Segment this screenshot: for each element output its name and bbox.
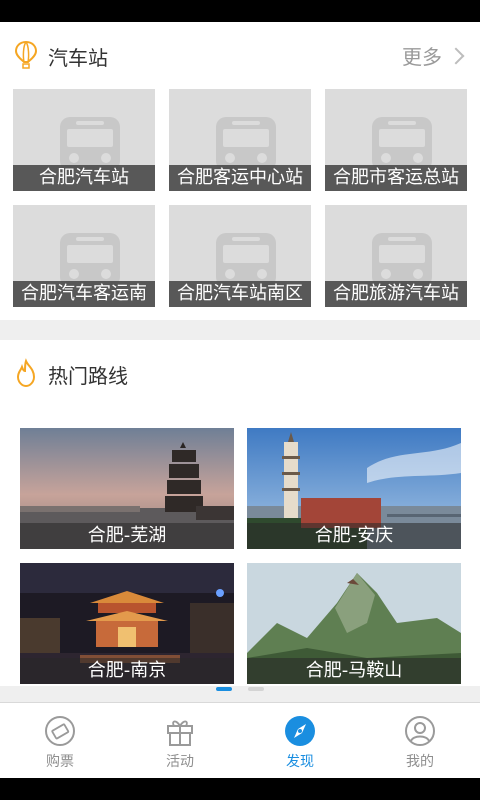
tab-label: 发现 [286,754,314,770]
route-label: 合肥-南京 [20,658,234,684]
station-label: 合肥汽车客运南 [13,281,155,307]
station-tile[interactable]: 合肥汽车客运南 [13,205,155,307]
app-screen: 汽车站 更多 合肥汽车站 合肥客运中心站 合肥市客运总站 合肥汽车客运南 合肥汽… [0,22,480,778]
stations-header: 汽车站 更多 [0,22,480,86]
stations-title: 汽车站 [48,46,108,70]
route-card[interactable]: 合肥-安庆 [247,428,461,549]
chevron-right-icon [447,47,465,64]
tab-discover[interactable]: 发现 [240,703,360,778]
compass-icon [285,716,315,746]
station-label: 合肥市客运总站 [325,165,467,191]
tab-tickets[interactable]: 购票 [0,703,120,778]
routes-section: 热门路线 合肥-芜湖 合肥-安庆 合肥-南京 合肥-马鞍山 [0,340,480,691]
carousel-dot [248,687,264,691]
route-label: 合肥-芜湖 [20,523,234,549]
route-label: 合肥-安庆 [247,523,461,549]
more-stations-link[interactable]: 更多 [402,41,465,70]
tab-label: 购票 [46,754,74,770]
balloon-icon [14,40,38,69]
flame-icon [16,358,36,388]
route-card[interactable]: 合肥-马鞍山 [247,563,461,684]
routes-header: 热门路线 [0,340,480,404]
route-card[interactable]: 合肥-芜湖 [20,428,234,549]
tab-label: 我的 [406,754,434,770]
station-label: 合肥客运中心站 [169,165,311,191]
tab-label: 活动 [166,754,194,770]
station-tile[interactable]: 合肥汽车站 [13,89,155,191]
station-tile[interactable]: 合肥市客运总站 [325,89,467,191]
routes-title: 热门路线 [48,364,128,388]
station-tile[interactable]: 合肥客运中心站 [169,89,311,191]
user-icon [405,716,435,746]
tab-profile[interactable]: 我的 [360,703,480,778]
carousel-indicator [0,687,480,693]
bottom-tab-bar: 购票 活动 发现 我的 [0,702,480,778]
route-card[interactable]: 合肥-南京 [20,563,234,684]
gift-icon [167,720,193,746]
carousel-dot-active [216,687,232,691]
station-label: 合肥旅游汽车站 [325,281,467,307]
station-tile[interactable]: 合肥汽车站南区 [169,205,311,307]
station-tile[interactable]: 合肥旅游汽车站 [325,205,467,307]
more-label: 更多 [402,45,442,69]
station-label: 合肥汽车站南区 [169,281,311,307]
ticket-icon [45,716,75,746]
system-nav-bar [0,778,480,800]
station-label: 合肥汽车站 [13,165,155,191]
stations-section: 汽车站 更多 合肥汽车站 合肥客运中心站 合肥市客运总站 合肥汽车客运南 合肥汽… [0,22,480,320]
route-label: 合肥-马鞍山 [247,658,461,684]
tab-activities[interactable]: 活动 [120,703,240,778]
